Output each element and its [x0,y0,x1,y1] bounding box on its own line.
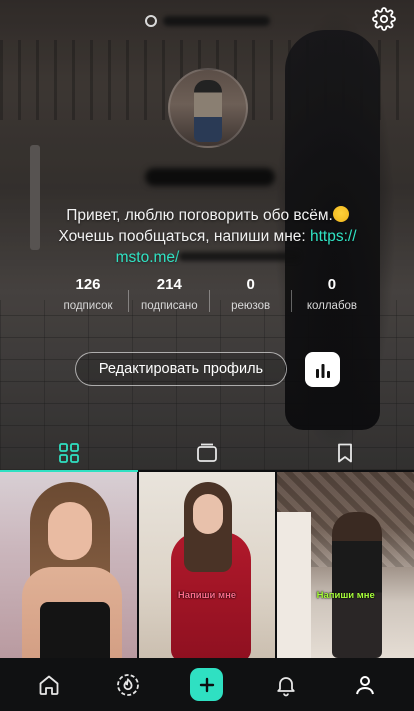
tab-reposts[interactable] [138,435,276,471]
post-tile[interactable] [0,472,137,658]
profile-bio: Привет, люблю поговорить обо всём. Хочеш… [30,205,385,268]
stat-following-label: подписок [63,300,113,312]
post-photo-door [277,512,312,658]
post-caption: Напиши мне [177,590,237,601]
display-name-blur [145,168,275,186]
stat-reuses-label: реюзов [231,300,271,312]
username-handle [145,12,270,30]
bio-line-1: Привет, люблю поговорить обо всём. [30,205,385,226]
bar-chart-icon [315,363,330,378]
stat-followers-label: подписано [141,300,198,312]
post-tile[interactable]: Напиши мне [277,472,414,658]
stats-button[interactable] [305,352,340,387]
stat-followers[interactable]: 214 подписано [131,276,207,314]
bio-line-2: Хочешь пообщаться, напиши мне: https:// [30,226,385,247]
bio-line-3: msto.me/ [30,247,385,268]
stat-collabs-count: 0 [327,276,337,293]
nav-notifications[interactable] [266,665,306,705]
repost-icon [197,443,217,462]
posts-grid: Напиши мне Напиши мне [0,472,414,658]
stat-divider [290,290,292,312]
nav-profile[interactable] [345,665,385,705]
stat-collabs[interactable]: 0 коллабов [294,276,370,314]
nav-explore[interactable] [108,665,148,705]
home-icon [39,675,59,695]
bio-link[interactable]: msto.me/ [116,249,180,266]
avatar[interactable] [168,68,248,148]
smirk-emoji-icon [332,206,349,222]
stat-divider [128,290,130,312]
add-button[interactable] [190,668,224,701]
stat-following-count: 126 [75,276,101,293]
edit-profile-button[interactable]: Редактировать профиль [75,352,287,386]
settings-button[interactable] [370,5,398,33]
nav-home[interactable] [29,665,69,705]
at-sign-icon [145,15,157,27]
stat-collabs-label: коллабов [306,300,358,312]
bio-link-start[interactable]: https:// [310,228,357,245]
bio-line-2-text: Хочешь пообщаться, напиши мне: [58,228,310,245]
bottom-nav [0,658,414,711]
post-photo-top [40,602,110,658]
tab-saved[interactable] [276,435,414,471]
profile-stats: 126 подписок 214 подписано 0 реюзов 0 ко… [50,276,370,316]
profile-tabs [0,435,414,471]
post-photo-face [48,502,92,560]
gear-icon [372,7,396,31]
nav-add[interactable] [187,665,227,705]
explore-icon [117,673,140,696]
grid-icon [59,443,79,463]
bookmark-icon [338,443,352,463]
post-photo-face [192,494,223,534]
post-caption: Напиши мне [316,590,375,601]
username-blur [163,16,270,26]
tab-posts[interactable] [0,435,138,471]
stat-reuses[interactable]: 0 реюзов [213,276,289,314]
stat-followers-count: 214 [156,276,182,293]
bio-link-blur [179,252,300,261]
bell-icon [277,676,295,696]
avatar-photo [194,80,222,142]
profile-icon [355,675,374,694]
stat-divider [209,290,211,312]
post-photo-figure [332,512,383,658]
stat-reuses-count: 0 [246,276,255,293]
add-icon [199,677,215,692]
stat-following[interactable]: 126 подписок [50,276,126,314]
bio-line-1-text: Привет, люблю поговорить обо всём. [66,207,333,224]
post-tile[interactable]: Напиши мне [138,472,276,658]
